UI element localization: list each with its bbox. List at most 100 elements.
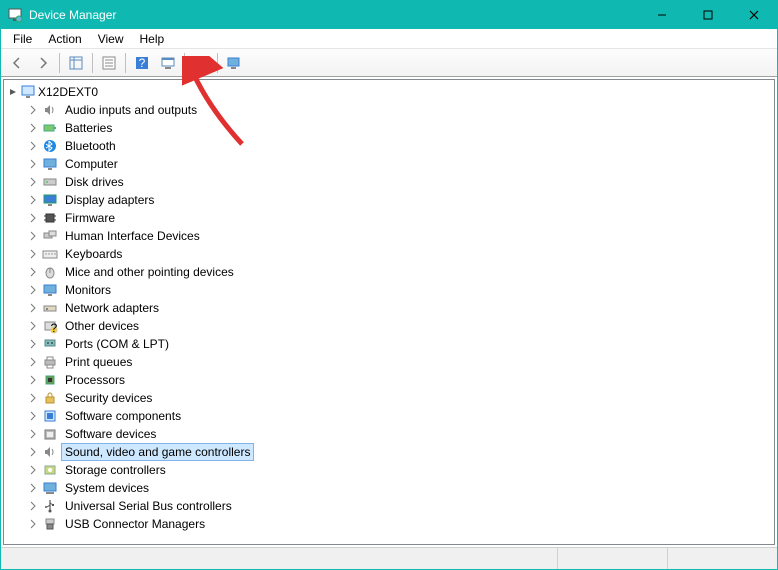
- tree-node-label: Bluetooth: [61, 137, 120, 155]
- expander-icon[interactable]: [26, 141, 40, 151]
- tree-node-label: Human Interface Devices: [61, 227, 204, 245]
- expander-icon[interactable]: [26, 519, 40, 529]
- show-hide-tree-button[interactable]: [64, 52, 88, 74]
- tree-node-label: Print queues: [61, 353, 136, 371]
- expander-icon[interactable]: [26, 321, 40, 331]
- expander-icon[interactable]: [26, 105, 40, 115]
- expander-icon[interactable]: [26, 339, 40, 349]
- tree-node-label: Ports (COM & LPT): [61, 335, 173, 353]
- tree-node-monitors[interactable]: Monitors: [26, 281, 774, 299]
- tree-node-computer[interactable]: Computer: [26, 155, 774, 173]
- tree-node-hid[interactable]: Human Interface Devices: [26, 227, 774, 245]
- expander-icon[interactable]: [26, 159, 40, 169]
- tree-node-usb[interactable]: Universal Serial Bus controllers: [26, 497, 774, 515]
- expander-icon[interactable]: [26, 123, 40, 133]
- properties-button[interactable]: [97, 52, 121, 74]
- expander-icon[interactable]: [26, 393, 40, 403]
- tree-node-label: Processors: [61, 371, 129, 389]
- device-tree-pane[interactable]: X12DEXT0 Audio inputs and outputsBatteri…: [3, 79, 775, 545]
- network-icon: [42, 300, 58, 316]
- tree-node-display[interactable]: Display adapters: [26, 191, 774, 209]
- expander-icon[interactable]: [26, 501, 40, 511]
- tree-node-firmware[interactable]: Firmware: [26, 209, 774, 227]
- bluetooth-icon: [42, 138, 58, 154]
- expander-icon[interactable]: [26, 213, 40, 223]
- update-driver-button[interactable]: [189, 52, 213, 74]
- tree-node-printq[interactable]: Print queues: [26, 353, 774, 371]
- toolbar-separator: [92, 53, 93, 73]
- expander-icon[interactable]: [26, 357, 40, 367]
- back-button[interactable]: [5, 52, 29, 74]
- tree-node-label: Network adapters: [61, 299, 163, 317]
- tree-node-network[interactable]: Network adapters: [26, 299, 774, 317]
- expander-icon[interactable]: [26, 411, 40, 421]
- tree-node-label: Sound, video and game controllers: [61, 443, 254, 461]
- tree-node-label: Audio inputs and outputs: [61, 101, 201, 119]
- expander-icon[interactable]: [6, 87, 20, 97]
- forward-button[interactable]: [31, 52, 55, 74]
- tree-node-batteries[interactable]: Batteries: [26, 119, 774, 137]
- tree-node-proc[interactable]: Processors: [26, 371, 774, 389]
- app-icon: [7, 7, 23, 23]
- menu-help[interactable]: Help: [132, 30, 173, 48]
- expander-icon[interactable]: [26, 303, 40, 313]
- other-icon: ?: [42, 318, 58, 334]
- monitor-icon: [42, 282, 58, 298]
- minimize-button[interactable]: [639, 1, 685, 29]
- toolbar-separator: [217, 53, 218, 73]
- tree-node-usbconn[interactable]: USB Connector Managers: [26, 515, 774, 533]
- expander-icon[interactable]: [26, 429, 40, 439]
- expander-icon[interactable]: [26, 231, 40, 241]
- expander-icon[interactable]: [26, 177, 40, 187]
- mouse-icon: [42, 264, 58, 280]
- tree-node-storage[interactable]: Storage controllers: [26, 461, 774, 479]
- tree-node-swdev[interactable]: Software devices: [26, 425, 774, 443]
- tree-node-label: Monitors: [61, 281, 115, 299]
- help-button[interactable]: ?: [130, 52, 154, 74]
- expander-icon[interactable]: [26, 375, 40, 385]
- menu-file[interactable]: File: [5, 30, 40, 48]
- add-legacy-hardware-button[interactable]: [222, 52, 246, 74]
- menubar: File Action View Help: [1, 29, 777, 49]
- tree-node-bluetooth[interactable]: Bluetooth: [26, 137, 774, 155]
- expander-icon[interactable]: [26, 483, 40, 493]
- tree-node-mice[interactable]: Mice and other pointing devices: [26, 263, 774, 281]
- tree-node-label: Storage controllers: [61, 461, 170, 479]
- tree-node-swcomp[interactable]: Software components: [26, 407, 774, 425]
- menu-view[interactable]: View: [90, 30, 132, 48]
- expander-icon[interactable]: [26, 447, 40, 457]
- menu-action[interactable]: Action: [40, 30, 89, 48]
- tree-node-security[interactable]: Security devices: [26, 389, 774, 407]
- keyboard-icon: [42, 246, 58, 262]
- toolbar: ?: [1, 49, 777, 77]
- speaker-icon: [42, 102, 58, 118]
- tree-node-label: Software components: [61, 407, 185, 425]
- tree-node-label: Batteries: [61, 119, 116, 137]
- expander-icon[interactable]: [26, 465, 40, 475]
- disk-icon: [42, 174, 58, 190]
- scan-hardware-button[interactable]: [156, 52, 180, 74]
- tree-node-ports[interactable]: Ports (COM & LPT): [26, 335, 774, 353]
- expander-icon[interactable]: [26, 195, 40, 205]
- svg-text:?: ?: [139, 56, 146, 70]
- tree-node-audio-io[interactable]: Audio inputs and outputs: [26, 101, 774, 119]
- tree-node-other[interactable]: ?Other devices: [26, 317, 774, 335]
- close-button[interactable]: [731, 1, 777, 29]
- maximize-button[interactable]: [685, 1, 731, 29]
- expander-icon[interactable]: [26, 285, 40, 295]
- root-label: X12DEXT0: [36, 85, 100, 99]
- toolbar-separator: [125, 53, 126, 73]
- expander-icon[interactable]: [26, 267, 40, 277]
- tree-node-keyboards[interactable]: Keyboards: [26, 245, 774, 263]
- expander-icon[interactable]: [26, 249, 40, 259]
- security-icon: [42, 390, 58, 406]
- tree-node-sound[interactable]: Sound, video and game controllers: [26, 443, 774, 461]
- system-icon: [42, 480, 58, 496]
- titlebar: Device Manager: [1, 1, 777, 29]
- statusbar: [1, 547, 777, 569]
- tree-root-row[interactable]: X12DEXT0: [4, 83, 774, 101]
- tree-node-system[interactable]: System devices: [26, 479, 774, 497]
- display-icon: [42, 192, 58, 208]
- tree-node-label: System devices: [61, 479, 153, 497]
- tree-node-disk[interactable]: Disk drives: [26, 173, 774, 191]
